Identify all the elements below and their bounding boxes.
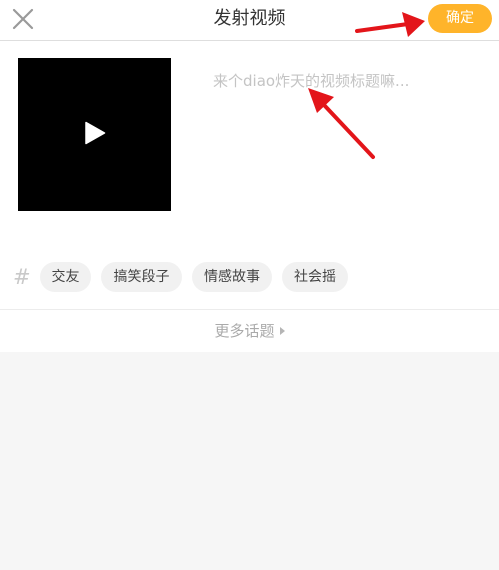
topic-chip-gaoxiao[interactable]: 搞笑段子 xyxy=(101,262,182,292)
topic-chip-jiaoyou[interactable]: 交友 xyxy=(40,262,91,292)
confirm-button[interactable]: 确定 xyxy=(428,4,492,33)
video-title-input[interactable] xyxy=(213,67,483,95)
more-topics-button[interactable]: 更多话题 xyxy=(0,309,499,352)
topic-chip-shehuiyao[interactable]: 社会摇 xyxy=(282,262,348,292)
top-bar: 发射视频 确定 xyxy=(0,0,499,41)
topic-chip-qinggan[interactable]: 情感故事 xyxy=(192,262,272,292)
play-icon xyxy=(85,121,106,145)
page-title: 发射视频 xyxy=(213,8,286,29)
caret-right-icon xyxy=(279,327,285,335)
video-thumbnail[interactable] xyxy=(18,58,171,211)
more-topics-label: 更多话题 xyxy=(214,322,275,340)
composer-panel: # 交友 搞笑段子 情感故事 社会摇 xyxy=(0,41,499,309)
hashtag-icon: # xyxy=(13,265,31,289)
